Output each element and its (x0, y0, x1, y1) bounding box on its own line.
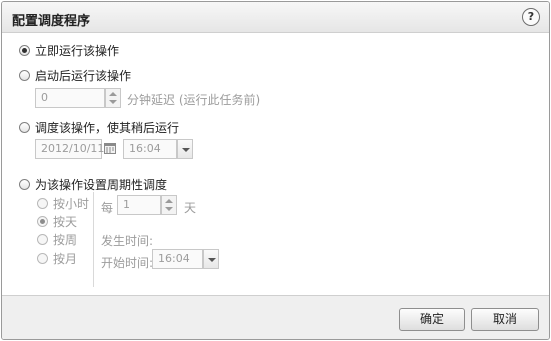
every-interval-input[interactable]: 1 (117, 195, 161, 215)
schedule-time-dropdown[interactable] (177, 139, 193, 159)
frequency-daily-radio[interactable] (37, 216, 48, 227)
schedule-later-label[interactable]: 调度该操作，使其稍后运行 (35, 119, 179, 136)
recurring-radio[interactable] (19, 179, 30, 190)
run-now-label[interactable]: 立即运行该操作 (35, 42, 119, 59)
frequency-weekly-label[interactable]: 按周 (53, 231, 77, 248)
recurring-label[interactable]: 为该操作设置周期性调度 (35, 176, 167, 193)
help-icon[interactable]: ? (522, 8, 540, 26)
every-prefix-label: 每 (101, 201, 114, 215)
run-after-start-radio[interactable] (19, 70, 30, 81)
frequency-daily-label[interactable]: 按天 (53, 213, 77, 230)
configure-scheduler-dialog: 配置调度程序 ? 立即运行该操作 启动后运行该操作 0 分钟延迟 (运行此任务前… (1, 1, 550, 340)
frequency-divider (93, 192, 94, 287)
run-now-radio[interactable] (19, 45, 30, 56)
delay-minutes-input[interactable]: 0 (35, 88, 105, 108)
frequency-monthly-radio[interactable] (37, 253, 48, 264)
schedule-later-radio[interactable] (19, 122, 30, 133)
delay-suffix-label: 分钟延迟 (运行此任务前) (127, 93, 261, 107)
dialog-title: 配置调度程序 (12, 14, 91, 29)
frequency-hourly-label[interactable]: 按小时 (53, 195, 89, 212)
frequency-monthly-label[interactable]: 按月 (53, 250, 77, 267)
dialog-title-bar: 配置调度程序 ? (2, 2, 549, 33)
stepper-down-icon[interactable] (165, 207, 173, 211)
start-time-dropdown[interactable] (203, 249, 219, 269)
schedule-time-input[interactable]: 16:04 (123, 139, 177, 159)
run-after-start-label[interactable]: 启动后运行该操作 (35, 67, 131, 84)
start-time-input[interactable]: 16:04 (152, 249, 203, 269)
stepper-up-icon[interactable] (165, 199, 173, 203)
every-unit-label: 天 (184, 201, 197, 215)
schedule-date-input[interactable]: 2012/10/11 (35, 139, 104, 159)
stepper-down-icon[interactable] (109, 100, 117, 104)
dialog-footer: 确定 取消 (2, 295, 549, 339)
stepper-up-icon[interactable] (109, 92, 117, 96)
occurs-at-label: 发生时间: (101, 234, 154, 248)
start-time-label: 开始时间: (101, 256, 154, 270)
calendar-icon[interactable] (104, 143, 116, 154)
cancel-button[interactable]: 取消 (471, 308, 539, 331)
frequency-hourly-radio[interactable] (37, 198, 48, 209)
every-interval-stepper[interactable] (161, 195, 177, 215)
frequency-weekly-radio[interactable] (37, 234, 48, 245)
ok-button[interactable]: 确定 (399, 308, 465, 331)
delay-minutes-stepper[interactable] (105, 88, 121, 108)
